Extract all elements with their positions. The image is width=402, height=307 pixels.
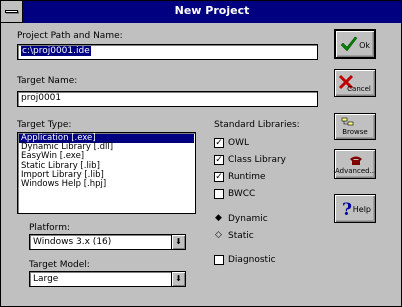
cancel-button-label: Cancel — [347, 85, 371, 93]
ok-button-label: Ok — [359, 41, 370, 50]
question-mark-icon: ? — [342, 200, 352, 218]
target-type-list[interactable]: Application [.exe] Dynamic Library [.dll… — [17, 132, 196, 214]
bwcc-checkbox[interactable] — [214, 189, 224, 199]
target-type-label: Target Type: — [17, 120, 72, 130]
target-name-value: proj0001 — [21, 93, 62, 103]
browse-button[interactable]: Browse — [334, 113, 376, 140]
diagnostic-label: Diagnostic — [228, 255, 276, 265]
check-icon — [340, 36, 358, 52]
project-path-input[interactable]: c:\proj0001.ide — [17, 44, 318, 60]
static-label: Static — [228, 231, 254, 241]
platform-label: Platform: — [29, 223, 70, 233]
browse-button-label: Browse — [342, 128, 368, 136]
help-button[interactable]: ? Help — [334, 194, 376, 223]
target-model-value: Large — [33, 274, 59, 284]
bwcc-label: BWCC — [228, 189, 256, 199]
dynamic-label: Dynamic — [228, 214, 268, 224]
dynamic-radio[interactable]: ◆ — [214, 214, 223, 223]
diagnostic-checkbox[interactable] — [214, 255, 224, 265]
runtime-checkbox[interactable]: ✓ — [214, 172, 224, 182]
platform-value: Windows 3.x (16) — [33, 237, 112, 247]
system-menu-icon — [5, 10, 18, 13]
new-project-dialog: New Project Project Path and Name: c:\pr… — [0, 0, 402, 307]
dropdown-arrow-icon[interactable]: ⬇ — [171, 272, 185, 286]
target-model-select[interactable]: Large ⬇ — [29, 271, 186, 287]
project-path-label: Project Path and Name: — [17, 31, 123, 41]
dropdown-arrow-icon[interactable]: ⬇ — [171, 235, 185, 249]
ok-button[interactable]: Ok — [334, 29, 376, 59]
runtime-label: Runtime — [228, 172, 266, 182]
target-type-option[interactable]: Windows Help [.hpj] — [19, 179, 194, 189]
target-name-input[interactable]: proj0001 — [17, 91, 318, 107]
cancel-button[interactable]: Cancel — [334, 69, 376, 97]
owl-label: OWL — [228, 138, 249, 148]
static-radio[interactable]: ◇ — [214, 231, 223, 240]
title-bar[interactable]: New Project — [1, 1, 401, 23]
class-library-label: Class Library — [228, 155, 287, 165]
project-path-value: c:\proj0001.ide — [21, 46, 91, 56]
target-model-label: Target Model: — [29, 260, 90, 270]
platform-select[interactable]: Windows 3.x (16) ⬇ — [29, 234, 186, 250]
window-title: New Project — [174, 4, 250, 17]
telephone-icon — [350, 156, 362, 165]
help-button-label: Help — [352, 205, 371, 214]
class-library-checkbox[interactable]: ✓ — [214, 155, 224, 165]
owl-checkbox[interactable]: ✓ — [214, 138, 224, 148]
advanced-button-label: Advanced... — [335, 167, 377, 175]
system-menu-button[interactable] — [1, 1, 23, 23]
advanced-button[interactable]: Advanced... — [334, 149, 376, 179]
target-name-label: Target Name: — [17, 76, 78, 86]
svg-text:?: ? — [342, 200, 352, 218]
standard-libraries-label: Standard Libraries: — [214, 120, 300, 130]
